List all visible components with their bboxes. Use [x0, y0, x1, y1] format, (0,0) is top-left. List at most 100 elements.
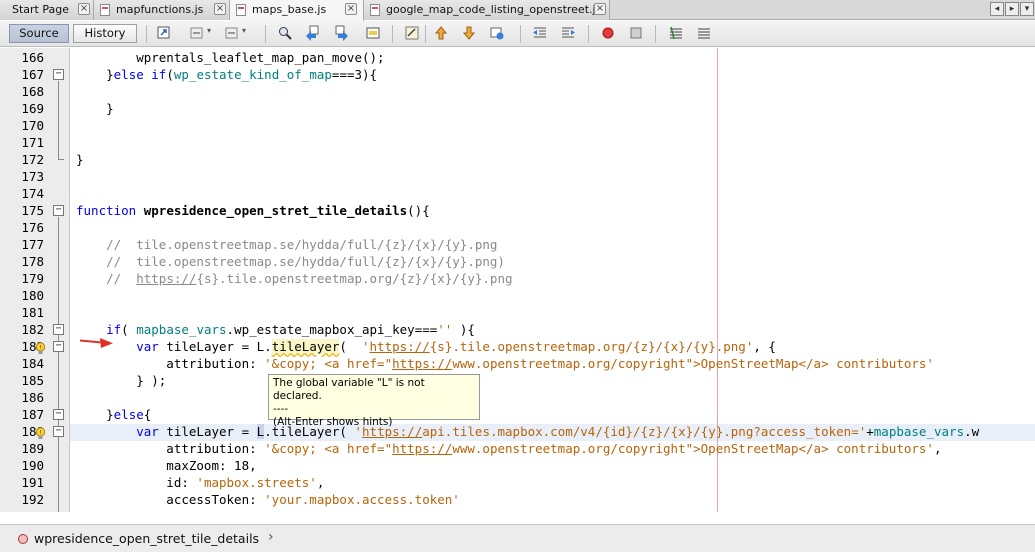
- code-text[interactable]: wprentals_leaflet_map_pan_move(); }else …: [76, 49, 979, 508]
- code-line[interactable]: ​: [76, 287, 979, 304]
- find-previous-icon[interactable]: [304, 25, 320, 41]
- fold-toggle-icon[interactable]: −: [53, 324, 64, 335]
- fold-guide-end: [58, 159, 64, 160]
- tab-label: maps_base.js: [252, 3, 327, 16]
- fold-toggle-icon[interactable]: −: [53, 409, 64, 420]
- scroll-tabs-right-icon[interactable]: ▸: [1005, 2, 1019, 16]
- back-icon[interactable]: [189, 25, 205, 41]
- tab-label: google_map_code_listing_openstreet.js: [386, 3, 602, 16]
- code-line[interactable]: ​: [76, 304, 979, 321]
- code-line[interactable]: function wpresidence_open_stret_tile_det…: [76, 202, 979, 219]
- hint-bulb-icon[interactable]: !: [35, 427, 46, 440]
- hint-tooltip: The global variable "L" is not declared.…: [268, 374, 480, 428]
- line-number: 179: [21, 271, 44, 286]
- code-editor[interactable]: 166 167 168 169 170 171 172 173 174 175 176 177 178 1…: [0, 48, 1035, 512]
- uncomment-icon[interactable]: [696, 25, 712, 41]
- function-icon: [18, 534, 28, 544]
- code-line[interactable]: // tile.openstreetmap.se/hydda/full/{z}/…: [76, 253, 979, 270]
- fold-guide: [58, 81, 59, 159]
- code-line[interactable]: if( mapbase_vars.wp_estate_mapbox_api_ke…: [76, 321, 979, 338]
- code-line[interactable]: ​: [76, 389, 979, 406]
- history-button[interactable]: History: [73, 24, 137, 43]
- comment-icon[interactable]: [668, 25, 684, 41]
- line-number: 176: [21, 220, 44, 235]
- tab-google-map-code[interactable]: google_map_code_listing_openstreet.js ×: [364, 0, 610, 20]
- find-icon[interactable]: [277, 25, 293, 41]
- line-number: 177: [21, 237, 44, 252]
- line-number: 168: [21, 84, 44, 99]
- toggle-bookmark-icon[interactable]: [489, 25, 505, 41]
- code-line[interactable]: }else if(wp_estate_kind_of_map===3){: [76, 66, 979, 83]
- toolbar-separator: [655, 25, 656, 43]
- code-line[interactable]: var tileLayer = L.tileLayer( 'https://ap…: [76, 423, 979, 440]
- code-line[interactable]: }: [76, 151, 979, 168]
- line-number: 186: [21, 390, 44, 405]
- last-edit-icon[interactable]: [156, 25, 172, 41]
- start-macro-icon[interactable]: [600, 25, 616, 41]
- tab-mapfunctions[interactable]: mapfunctions.js ×: [94, 0, 230, 20]
- code-line[interactable]: accessToken: 'your.mapbox.access.token': [76, 491, 979, 508]
- fold-toggle-icon[interactable]: −: [53, 341, 64, 352]
- code-line[interactable]: maxZoom: 18,: [76, 457, 979, 474]
- toolbar-separator: [588, 25, 589, 43]
- close-icon[interactable]: ×: [78, 3, 90, 15]
- shift-right-icon[interactable]: [560, 25, 576, 41]
- line-number: 178: [21, 254, 44, 269]
- hint-bulb-icon[interactable]: !: [35, 342, 46, 355]
- line-number: 182: [21, 322, 44, 337]
- toolbar-separator: [146, 25, 147, 43]
- line-number: 191: [21, 475, 44, 490]
- code-line[interactable]: ​: [76, 219, 979, 236]
- line-number: 185: [21, 373, 44, 388]
- code-line[interactable]: ​: [76, 134, 979, 151]
- find-next-icon[interactable]: [334, 25, 350, 41]
- line-number: 171: [21, 135, 44, 150]
- source-button[interactable]: Source: [9, 24, 69, 43]
- toolbar-separator: [265, 25, 266, 43]
- code-line[interactable]: // tile.openstreetmap.se/hydda/full/{z}/…: [76, 236, 979, 253]
- code-line[interactable]: }: [76, 100, 979, 117]
- line-number: 173: [21, 169, 44, 184]
- line-number: 190: [21, 458, 44, 473]
- code-line[interactable]: id: 'mapbox.streets',: [76, 474, 979, 491]
- breadcrumb-function[interactable]: wpresidence_open_stret_tile_details: [34, 531, 259, 546]
- code-line[interactable]: ​: [76, 117, 979, 134]
- close-icon[interactable]: ×: [345, 3, 357, 15]
- show-opened-documents-icon[interactable]: ▾: [1020, 2, 1034, 16]
- code-line[interactable]: } );: [76, 372, 979, 389]
- toolbar-separator: [392, 25, 393, 43]
- code-line[interactable]: attribution: '&copy; <a href="https://ww…: [76, 440, 979, 457]
- code-line[interactable]: // https://{s}.tile.openstreetmap.org/{z…: [76, 270, 979, 287]
- toggle-highlight-icon[interactable]: [404, 25, 420, 41]
- fold-toggle-icon[interactable]: −: [53, 69, 64, 80]
- tab-maps-base[interactable]: maps_base.js ×: [230, 0, 364, 21]
- close-icon[interactable]: ×: [594, 3, 606, 15]
- line-number: 184: [21, 356, 44, 371]
- editor-toolbar: Source History ▾ ▾: [0, 21, 1035, 47]
- line-number: 166: [21, 50, 44, 65]
- code-line[interactable]: ​: [76, 168, 979, 185]
- find-selection-icon[interactable]: [365, 25, 381, 41]
- code-line[interactable]: ​: [76, 185, 979, 202]
- fold-toggle-icon[interactable]: −: [53, 205, 64, 216]
- code-line[interactable]: attribution: '&copy; <a href="https://ww…: [76, 355, 979, 372]
- close-icon[interactable]: ×: [214, 3, 226, 15]
- tab-start-page[interactable]: Start Page ×: [0, 0, 94, 20]
- navigation-breadcrumb-bar: wpresidence_open_stret_tile_details ›: [0, 524, 1035, 552]
- code-line[interactable]: wprentals_leaflet_map_pan_move();: [76, 49, 979, 66]
- code-line[interactable]: var tileLayer = L.tileLayer( 'https://{s…: [76, 338, 979, 355]
- line-number: 170: [21, 118, 44, 133]
- next-bookmark-icon[interactable]: [461, 25, 477, 41]
- scroll-tabs-left-icon[interactable]: ◂: [990, 2, 1004, 16]
- previous-bookmark-icon[interactable]: [433, 25, 449, 41]
- code-line[interactable]: ​: [76, 83, 979, 100]
- stop-macro-icon[interactable]: [628, 25, 644, 41]
- shift-left-icon[interactable]: [532, 25, 548, 41]
- code-line[interactable]: }else{: [76, 406, 979, 423]
- js-file-icon: [236, 4, 246, 16]
- forward-icon[interactable]: [224, 25, 240, 41]
- line-number: 167: [21, 67, 44, 82]
- line-number: 175: [21, 203, 44, 218]
- line-number: 189: [21, 441, 44, 456]
- fold-toggle-icon[interactable]: −: [53, 426, 64, 437]
